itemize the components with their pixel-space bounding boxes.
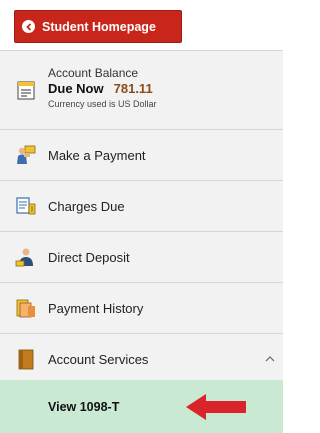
due-now-amount: 781.11	[113, 81, 153, 96]
charges-icon	[15, 195, 37, 217]
view-1098t-label: View 1098-T	[48, 399, 120, 414]
chevron-up-icon[interactable]	[265, 350, 275, 368]
nav-subitem-view-1098t[interactable]: View 1098-T	[0, 380, 283, 433]
nav-item-make-a-payment[interactable]: Make a Payment	[0, 130, 283, 181]
nav-item-account-services[interactable]: Account Services	[0, 334, 283, 385]
student-homepage-label: Student Homepage	[42, 19, 156, 34]
student-homepage-button[interactable]: Student Homepage	[14, 10, 182, 43]
nav-item-label: Make a Payment	[48, 147, 146, 163]
payment-icon	[15, 144, 37, 166]
nav-item-label: Payment History	[48, 300, 144, 316]
account-balance-title: Account Balance	[48, 66, 139, 80]
left-arrow-icon	[184, 392, 248, 427]
nav-item-charges-due[interactable]: Charges Due	[0, 181, 283, 232]
payment-history-icon	[15, 297, 37, 319]
student-financials-nav: Account Balance Due Now 781.11 Currency u…	[0, 50, 283, 385]
nav-item-label: Direct Deposit	[48, 249, 130, 265]
top-bar: Student Homepage	[0, 0, 283, 50]
due-now-line: Due Now 781.11	[48, 81, 153, 96]
nav-item-payment-history[interactable]: Payment History	[0, 283, 283, 334]
nav-item-direct-deposit[interactable]: Direct Deposit	[0, 232, 283, 283]
account-services-icon	[15, 348, 37, 370]
nav-item-label: Account Services	[48, 351, 149, 367]
currency-note: Currency used is US Dollar	[48, 99, 157, 109]
statement-icon	[15, 79, 37, 101]
due-now-label: Due Now	[48, 81, 104, 96]
nav-item-account-balance[interactable]: Account Balance Due Now 781.11 Currency u…	[0, 50, 283, 130]
chevron-left-icon	[22, 20, 35, 33]
direct-deposit-icon	[15, 246, 37, 268]
nav-item-label: Charges Due	[48, 198, 125, 214]
